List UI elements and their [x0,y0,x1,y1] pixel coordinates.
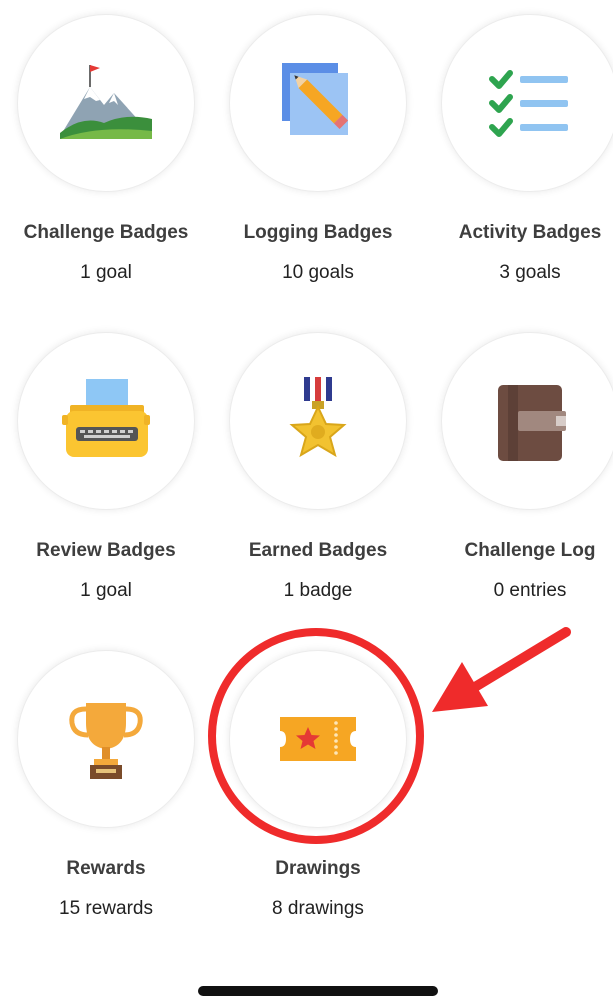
tile-subtitle: 8 drawings [272,898,364,919]
tile-icon-circle[interactable] [229,650,407,828]
tile-subtitle: 10 goals [282,262,354,283]
tile-icon-circle[interactable] [441,14,613,192]
tile-logging-badges[interactable]: Logging Badges 10 goals [212,0,424,300]
tile-subtitle: 15 rewards [59,898,153,919]
tile-icon-circle[interactable] [229,332,407,510]
tile-subtitle: 3 goals [499,262,561,283]
checklist-icon [489,70,568,137]
tile-title: Rewards [66,858,146,879]
tile-title: Drawings [275,858,361,879]
tile-subtitle: 1 goal [80,262,132,283]
tile-icon-circle[interactable] [17,14,195,192]
tile-earned-badges[interactable]: Earned Badges 1 badge [212,318,424,618]
notebook-icon [498,385,566,461]
pencil-notes-icon [282,63,349,135]
tile-challenge-log[interactable]: Challenge Log 0 entries [424,318,613,618]
tile-icon-circle[interactable] [229,14,407,192]
tile-subtitle: 1 goal [80,580,132,601]
trophy-icon [69,703,143,779]
tile-title: Earned Badges [248,540,388,561]
tile-icon-circle[interactable] [17,650,195,828]
tile-activity-badges[interactable]: Activity Badges 3 goals [424,0,613,300]
medal-icon [289,377,347,458]
tile-title: Review Badges [36,540,176,561]
mountain-flag-icon [60,65,152,139]
tile-title: Challenge Log [464,540,596,561]
typewriter-icon [62,379,150,457]
tile-title: Logging Badges [243,222,393,243]
tile-title: Challenge Badges [23,222,189,243]
tile-review-badges[interactable]: Review Badges 1 goal [0,318,212,618]
tile-subtitle: 0 entries [493,580,567,601]
tile-icon-circle[interactable] [441,332,613,510]
tile-title: Activity Badges [458,222,602,243]
tile-rewards[interactable]: Rewards 15 rewards [0,636,212,936]
ticket-icon [280,717,356,761]
tile-challenge-badges[interactable]: Challenge Badges 1 goal [0,0,212,300]
home-indicator[interactable] [198,986,438,996]
tile-drawings[interactable]: Drawings 8 drawings [212,636,424,936]
tile-icon-circle[interactable] [17,332,195,510]
tile-subtitle: 1 badge [283,580,353,601]
